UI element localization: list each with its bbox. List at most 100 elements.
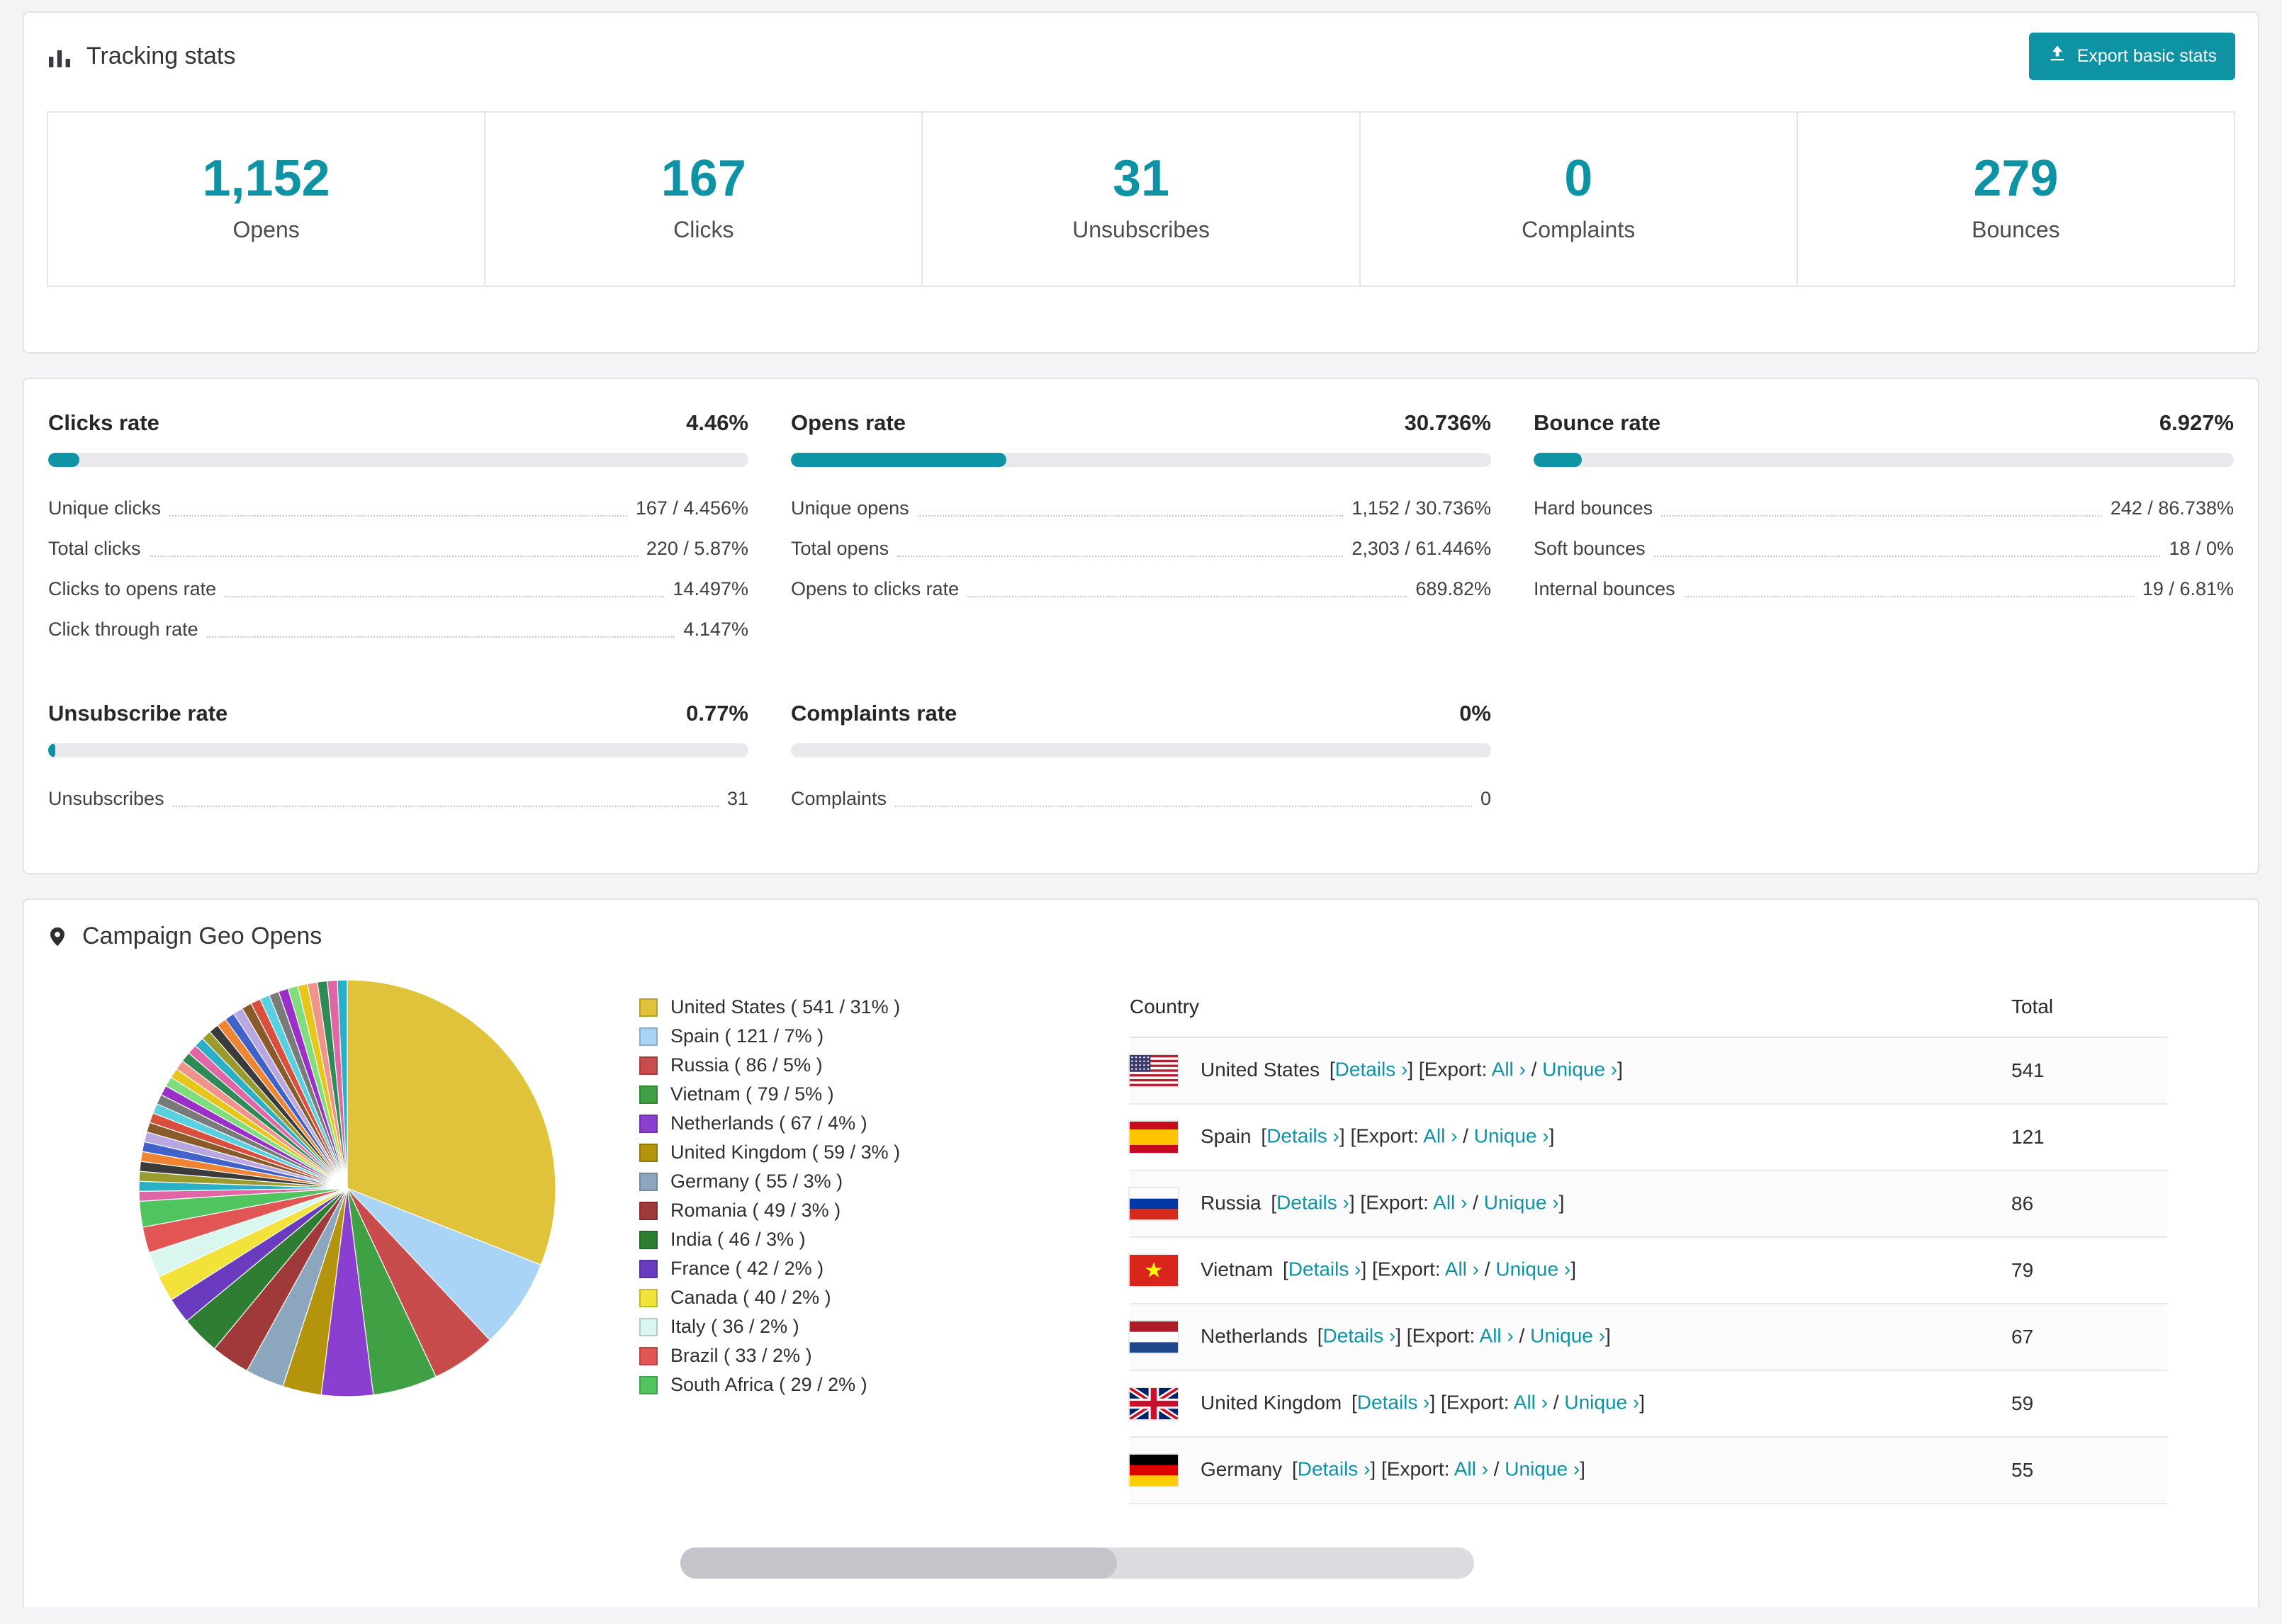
details-link[interactable]: Details › bbox=[1298, 1458, 1371, 1480]
legend-item-italy: Italy ( 36 / 2% ) bbox=[639, 1312, 1079, 1341]
export-unique-link[interactable]: Unique › bbox=[1474, 1125, 1549, 1147]
export-all-link[interactable]: All › bbox=[1480, 1325, 1514, 1347]
legend-swatch bbox=[639, 1317, 658, 1336]
tracking-stats-page: Tracking stats Export basic stats 1,152 O… bbox=[0, 0, 2282, 1608]
country-column-header: Country bbox=[1130, 979, 2011, 1039]
stat-line-soft-bounces: Soft bounces 18 / 0% bbox=[1534, 529, 2234, 569]
export-all-link[interactable]: All › bbox=[1445, 1258, 1479, 1280]
details-link[interactable]: Details › bbox=[1288, 1258, 1361, 1280]
country-cell-vietnam: Vietnam [Details ›] [Export: All › / Uni… bbox=[1130, 1237, 2011, 1305]
rate-value: 4.46% bbox=[686, 410, 748, 436]
legend-swatch bbox=[639, 1288, 658, 1307]
export-unique-link[interactable]: Unique › bbox=[1484, 1192, 1559, 1214]
country-cell-united-states: United States [Details ›] [Export: All ›… bbox=[1130, 1037, 2011, 1105]
geo-opens-header: Campaign Geo Opens bbox=[47, 923, 2235, 950]
details-link[interactable]: Details › bbox=[1276, 1192, 1349, 1214]
details-link[interactable]: Details › bbox=[1266, 1125, 1339, 1147]
horizontal-scrollbar[interactable] bbox=[680, 1547, 1474, 1579]
legend-item-france: France ( 42 / 2% ) bbox=[639, 1254, 1079, 1283]
export-unique-link[interactable]: Unique › bbox=[1505, 1458, 1580, 1480]
stat-line-unique-opens: Unique opens 1,152 / 30.736% bbox=[791, 488, 1491, 529]
stat-clicks: 167 Clicks bbox=[485, 113, 923, 286]
export-all-link[interactable]: All › bbox=[1423, 1125, 1457, 1147]
stat-line-clicks-to-opens-rate: Clicks to opens rate 14.497% bbox=[48, 569, 748, 609]
stats-strip: 1,152 Opens 167 Clicks 31 Unsubscribes 0 Compla… bbox=[47, 111, 2235, 288]
country-total: 55 bbox=[2011, 1437, 2167, 1505]
export-basic-stats-button[interactable]: Export basic stats bbox=[2028, 33, 2235, 80]
progress-fill bbox=[1534, 453, 1583, 468]
geo-opens-table-wrap: Country Total United States [Details ›] … bbox=[1128, 979, 2167, 1505]
country-name: Netherlands bbox=[1201, 1324, 1313, 1347]
dotted-leader bbox=[225, 595, 665, 597]
rate-title: Bounce rate bbox=[1534, 410, 1661, 436]
dotted-leader bbox=[169, 514, 627, 517]
export-unique-link[interactable]: Unique › bbox=[1564, 1392, 1639, 1414]
stat-label-clicks: Clicks bbox=[673, 217, 734, 243]
stat-line-value: 1,152 / 30.736% bbox=[1351, 497, 1491, 519]
legend-item-russia: Russia ( 86 / 5% ) bbox=[639, 1051, 1079, 1080]
details-link[interactable]: Details › bbox=[1323, 1325, 1396, 1347]
details-link[interactable]: Details › bbox=[1357, 1392, 1430, 1414]
geo-row-russia: Russia [Details ›] [Export: All › / Uniq… bbox=[1130, 1171, 2167, 1239]
legend-swatch bbox=[639, 1375, 658, 1394]
export-all-link[interactable]: All › bbox=[1454, 1458, 1488, 1480]
stat-line-value: 689.82% bbox=[1415, 578, 1491, 600]
legend-swatch bbox=[639, 1114, 658, 1133]
export-unique-link[interactable]: Unique › bbox=[1495, 1258, 1570, 1280]
export-all-link[interactable]: All › bbox=[1514, 1392, 1548, 1414]
legend-item-romania: Romania ( 49 / 3% ) bbox=[639, 1196, 1079, 1225]
rate-value: 0% bbox=[1459, 701, 1491, 726]
bar-chart-icon bbox=[47, 44, 72, 69]
legend-swatch bbox=[639, 998, 658, 1017]
stat-line-value: 31 bbox=[726, 788, 748, 810]
legend-item-canada: Canada ( 40 / 2% ) bbox=[639, 1283, 1079, 1312]
rate-panel-clicks-rate: Clicks rate 4.46% Unique clicks 167 / 4.456… bbox=[48, 410, 748, 650]
dotted-leader bbox=[1653, 555, 2161, 557]
stat-line-label: Unique clicks bbox=[48, 497, 162, 519]
dotted-leader bbox=[149, 555, 638, 557]
tracking-stats-card: Tracking stats Export basic stats 1,152 O… bbox=[23, 11, 2259, 354]
details-link[interactable]: Details › bbox=[1335, 1059, 1408, 1081]
country-name: United States bbox=[1201, 1058, 1325, 1081]
progress-fill bbox=[791, 453, 1006, 468]
export-all-link[interactable]: All › bbox=[1433, 1192, 1467, 1214]
stat-line-label: Soft bounces bbox=[1534, 538, 1646, 560]
export-all-link[interactable]: All › bbox=[1492, 1059, 1526, 1081]
rates-card: Clicks rate 4.46% Unique clicks 167 / 4.456… bbox=[23, 378, 2259, 875]
stat-line-label: Total clicks bbox=[48, 538, 141, 560]
legend-label: Italy ( 36 / 2% ) bbox=[670, 1316, 799, 1338]
export-unique-link[interactable]: Unique › bbox=[1530, 1325, 1605, 1347]
stat-label-bounces: Bounces bbox=[1972, 217, 2060, 243]
legend-item-india: India ( 46 / 3% ) bbox=[639, 1225, 1079, 1254]
stat-line-label: Internal bounces bbox=[1534, 578, 1675, 600]
stat-unsubscribes: 31 Unsubscribes bbox=[923, 113, 1361, 286]
flag-de-icon bbox=[1130, 1455, 1178, 1487]
country-name: Germany bbox=[1201, 1457, 1288, 1480]
geo-opens-title-text: Campaign Geo Opens bbox=[82, 923, 322, 950]
stat-complaints: 0 Complaints bbox=[1361, 113, 1798, 286]
map-pin-icon bbox=[47, 923, 68, 950]
stat-line-value: 18 / 0% bbox=[2169, 538, 2234, 560]
country-name: Russia bbox=[1201, 1191, 1267, 1214]
legend-label: Russia ( 86 / 5% ) bbox=[670, 1054, 823, 1076]
progress-fill bbox=[48, 453, 80, 468]
legend-label: Vietnam ( 79 / 5% ) bbox=[670, 1083, 834, 1105]
export-basic-stats-label: Export basic stats bbox=[2076, 46, 2217, 66]
stat-value-unsubscribes: 31 bbox=[1112, 150, 1170, 207]
horizontal-scrollbar-thumb[interactable] bbox=[680, 1547, 1117, 1579]
stat-line-internal-bounces: Internal bounces 19 / 6.81% bbox=[1534, 569, 2234, 609]
country-name: Vietnam bbox=[1201, 1258, 1278, 1280]
legend-item-spain: Spain ( 121 / 7% ) bbox=[639, 1022, 1079, 1051]
stat-line-label: Opens to clicks rate bbox=[791, 578, 960, 600]
export-unique-link[interactable]: Unique › bbox=[1542, 1059, 1617, 1081]
legend-label: France ( 42 / 2% ) bbox=[670, 1258, 824, 1280]
rate-title: Clicks rate bbox=[48, 410, 159, 436]
legend-label: Brazil ( 33 / 2% ) bbox=[670, 1345, 812, 1367]
geo-row-united-kingdom: United Kingdom [Details ›] [Export: All … bbox=[1128, 1370, 2167, 1438]
legend-label: Netherlands ( 67 / 4% ) bbox=[670, 1112, 867, 1134]
stat-line-total-opens: Total opens 2,303 / 61.446% bbox=[791, 529, 1491, 569]
legend-label: United Kingdom ( 59 / 3% ) bbox=[670, 1141, 901, 1163]
geo-row-spain: Spain [Details ›] [Export: All › / Uniqu… bbox=[1130, 1104, 2167, 1172]
rate-value: 30.736% bbox=[1404, 410, 1491, 436]
dotted-leader bbox=[172, 805, 719, 807]
